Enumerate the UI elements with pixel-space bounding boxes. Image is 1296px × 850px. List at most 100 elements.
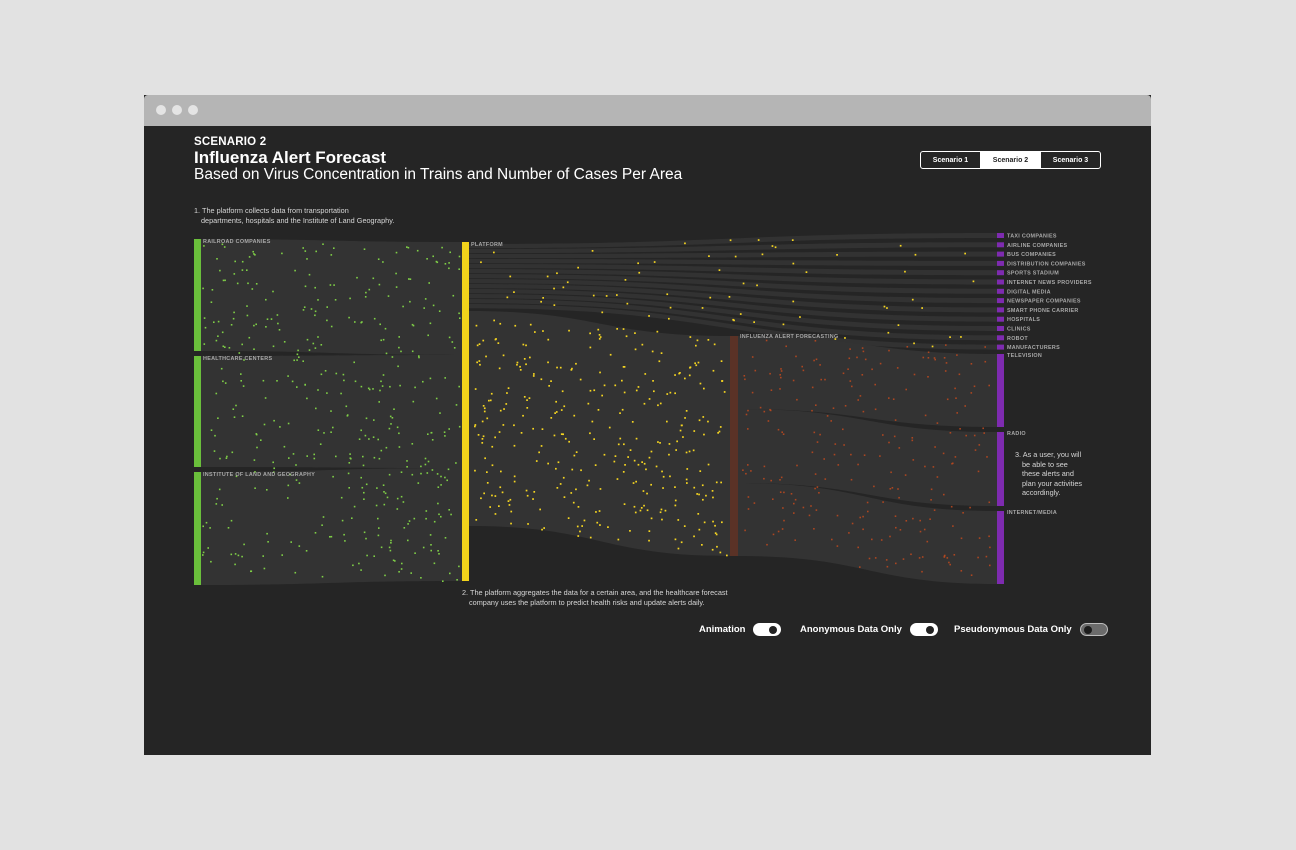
forecast-data-particle — [866, 501, 869, 504]
source-data-particle — [342, 373, 345, 376]
platform-data-particle — [634, 511, 637, 514]
platform-data-particle — [662, 475, 665, 478]
source-data-particle — [330, 254, 333, 256]
forecast-data-particle — [970, 574, 973, 576]
platform-data-particle — [494, 495, 497, 497]
source-data-particle — [272, 290, 274, 293]
source-data-particle — [444, 377, 446, 379]
forecast-data-particle — [882, 434, 884, 436]
source-data-particle — [256, 446, 258, 449]
platform-data-particle — [792, 300, 795, 303]
source-data-particle — [408, 278, 410, 280]
platform-data-particle — [656, 330, 659, 333]
platform-node-bar — [462, 242, 469, 581]
source-data-particle — [364, 296, 367, 298]
source-data-particle — [395, 251, 398, 254]
source-data-particle — [368, 438, 370, 440]
source-data-particle — [365, 537, 367, 540]
source-data-particle — [317, 389, 319, 391]
source-data-particle — [217, 417, 219, 419]
source-data-particle — [377, 438, 379, 441]
platform-data-particle — [623, 443, 625, 446]
platform-data-particle — [580, 469, 582, 472]
platform-data-particle — [480, 261, 482, 264]
source-data-particle — [304, 285, 307, 288]
forecast-data-particle — [964, 405, 966, 407]
platform-data-particle — [637, 463, 640, 466]
forecast-data-particle — [958, 373, 961, 376]
pseudonymous-data-toggle[interactable] — [1079, 623, 1108, 636]
source-data-particle — [379, 323, 381, 326]
tab-scenario-2[interactable]: Scenario 2 — [980, 152, 1040, 168]
destination-node-bar — [997, 242, 1004, 248]
forecast-data-particle — [831, 538, 833, 541]
platform-data-particle — [964, 252, 966, 255]
source-data-particle — [455, 404, 458, 406]
source-data-particle — [458, 255, 461, 258]
forecast-data-particle — [945, 362, 948, 364]
source-data-particle — [436, 473, 439, 475]
forecast-data-particle — [978, 444, 981, 446]
platform-data-particle — [596, 521, 599, 524]
platform-data-particle — [732, 318, 734, 321]
forecast-data-particle — [982, 427, 984, 430]
platform-data-particle — [836, 254, 838, 256]
forecast-data-particle — [922, 356, 925, 359]
platform-data-particle — [650, 450, 653, 453]
destination-node-bar — [997, 298, 1004, 304]
platform-data-particle — [645, 468, 647, 471]
platform-data-particle — [553, 287, 555, 290]
source-data-particle — [458, 385, 460, 388]
forecast-data-particle — [864, 358, 867, 361]
platform-data-particle — [723, 391, 726, 393]
tab-scenario-3[interactable]: Scenario 3 — [1040, 152, 1100, 168]
platform-data-particle — [609, 353, 612, 356]
forecast-data-particle — [888, 441, 890, 444]
source-data-particle — [250, 570, 252, 573]
platform-data-particle — [575, 362, 577, 365]
destination-node-label: TELEVISION — [1007, 353, 1042, 359]
source-data-particle — [335, 455, 337, 458]
forecast-data-particle — [910, 553, 912, 556]
source-node-bar — [194, 472, 201, 585]
platform-data-particle — [575, 488, 577, 491]
forecast-data-particle — [769, 372, 771, 375]
step-2-note: 2. The platform aggregates the data for … — [462, 588, 728, 607]
source-data-particle — [437, 486, 440, 488]
source-data-particle — [453, 347, 456, 349]
platform-data-particle — [648, 398, 651, 400]
window-dot-icon[interactable] — [188, 105, 198, 115]
source-data-particle — [425, 517, 427, 520]
forecast-data-particle — [849, 380, 852, 382]
forecast-data-particle — [802, 369, 805, 372]
platform-data-particle — [556, 366, 558, 369]
source-data-particle — [306, 397, 308, 400]
platform-data-particle — [546, 275, 549, 278]
source-data-particle — [429, 322, 432, 325]
animation-toggle[interactable] — [753, 623, 782, 636]
window-dot-icon[interactable] — [156, 105, 166, 115]
tab-scenario-1[interactable]: Scenario 1 — [921, 152, 980, 168]
source-data-particle — [440, 484, 442, 486]
forecast-data-particle — [745, 413, 748, 416]
source-data-particle — [219, 269, 221, 272]
source-data-particle — [384, 492, 387, 495]
platform-data-particle — [573, 414, 576, 417]
platform-data-particle — [669, 475, 671, 478]
anonymous-data-toggle[interactable] — [909, 623, 938, 636]
source-data-particle — [290, 541, 292, 543]
platform-data-particle — [709, 296, 712, 299]
platform-data-particle — [703, 433, 705, 436]
source-data-particle — [254, 254, 256, 256]
forecast-data-particle — [843, 444, 845, 446]
platform-data-particle — [650, 483, 652, 486]
forecast-data-particle — [989, 564, 991, 567]
source-data-particle — [380, 339, 382, 342]
forecast-data-particle — [862, 410, 865, 413]
platform-data-particle — [624, 279, 627, 281]
source-data-particle — [287, 484, 290, 487]
forecast-data-particle — [974, 449, 977, 451]
destination-node-bar — [997, 511, 1004, 584]
forecast-data-particle — [882, 501, 884, 503]
window-dot-icon[interactable] — [172, 105, 182, 115]
